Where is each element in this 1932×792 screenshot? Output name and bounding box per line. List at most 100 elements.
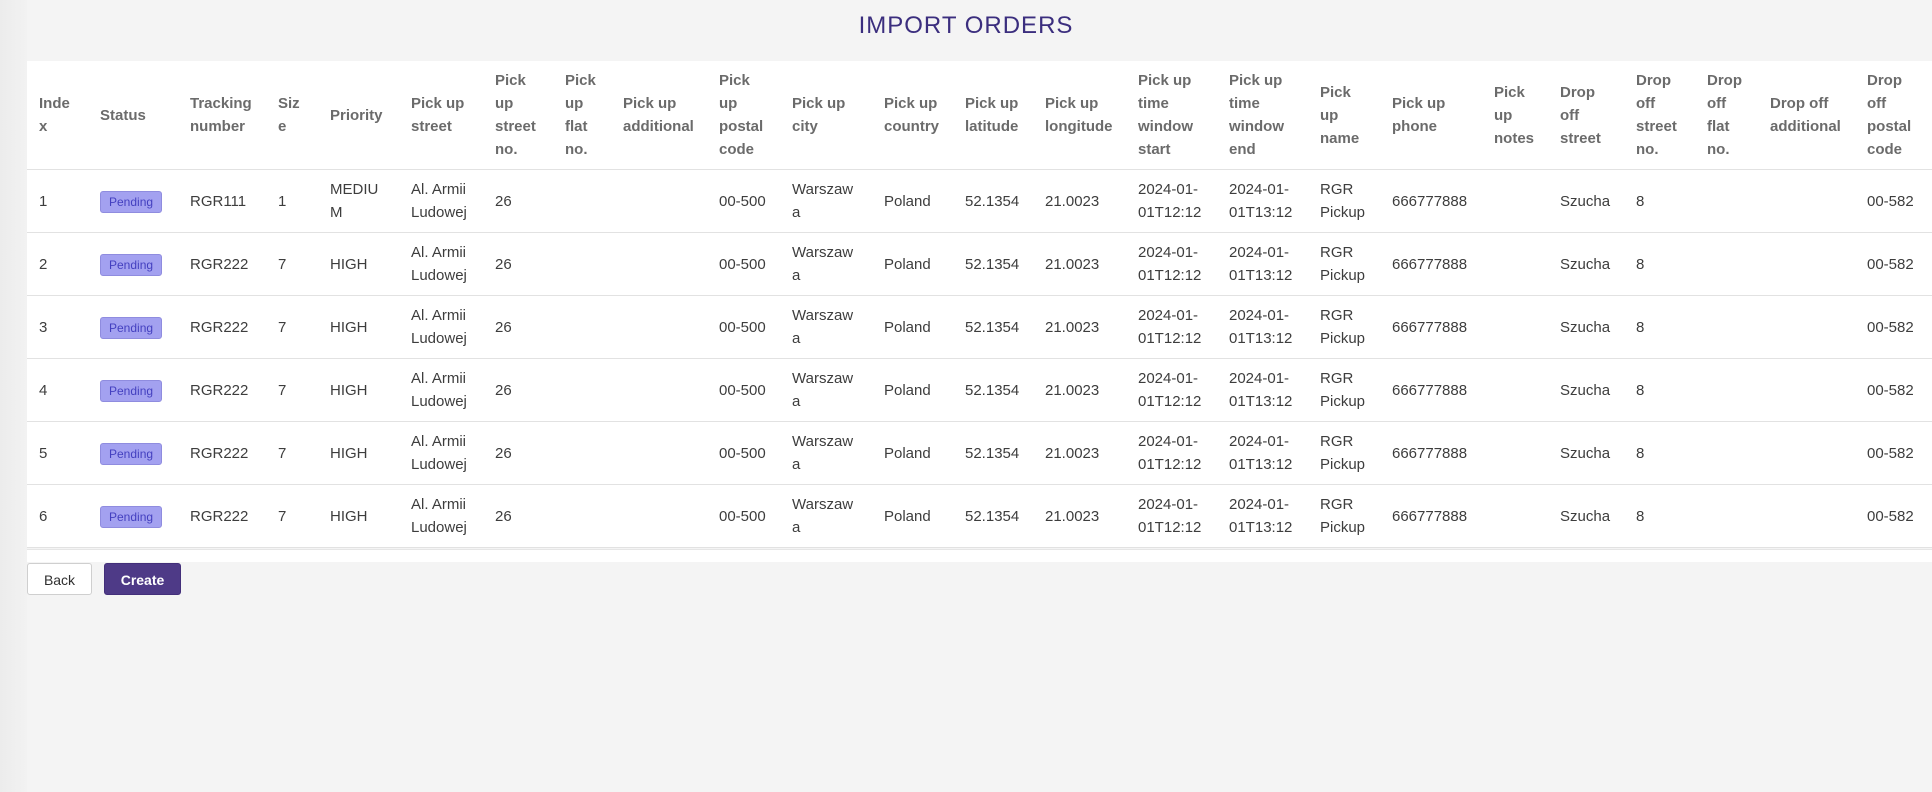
table-row[interactable]: 2 Pending RGR222 7 HIGH Al. Armii Ludowej 26 00… bbox=[27, 232, 1932, 296]
table-row[interactable]: 3 Pending RGR222 7 HIGH Al. Armii Ludowej 26 00… bbox=[27, 295, 1932, 359]
table-cell: Warszawa bbox=[780, 421, 872, 485]
table-cell: 3 bbox=[27, 295, 88, 359]
table-cell: 2024-01-01T13:12 bbox=[1217, 484, 1308, 548]
import-orders-table-container[interactable]: Index Status Tracking number Size Priority Pi… bbox=[27, 61, 1932, 548]
table-cell: 21.0023 bbox=[1033, 358, 1126, 422]
table-cell bbox=[553, 232, 611, 296]
table-cell: Poland bbox=[872, 232, 953, 296]
table-cell: 7 bbox=[266, 484, 318, 548]
table-row[interactable]: 5 Pending RGR222 7 HIGH Al. Armii Ludowej 26 00… bbox=[27, 421, 1932, 485]
column-header: Pick up time window end bbox=[1217, 61, 1308, 170]
column-header: Pick up additional bbox=[611, 61, 707, 170]
column-header: Pick up notes bbox=[1482, 61, 1548, 170]
table-row[interactable]: 4 Pending RGR222 7 HIGH Al. Armii Ludowej 26 00… bbox=[27, 358, 1932, 422]
table-cell: Szucha bbox=[1548, 484, 1624, 548]
table-cell: 2024-01-01T13:12 bbox=[1217, 421, 1308, 485]
table-cell: RGR Pickup bbox=[1308, 358, 1380, 422]
status-badge: Pending bbox=[100, 505, 163, 528]
table-body: 1 Pending RGR111 1 MEDIUM Al. Armii Ludowej 26… bbox=[27, 169, 1932, 548]
status-badge: Pending bbox=[100, 253, 163, 276]
table-cell: 00-582 bbox=[1855, 358, 1932, 422]
table-cell: HIGH bbox=[318, 358, 399, 422]
column-header: Drop off postal code bbox=[1855, 61, 1932, 170]
table-cell: 2 bbox=[27, 232, 88, 296]
table-cell bbox=[1482, 484, 1548, 548]
table-cell: Poland bbox=[872, 295, 953, 359]
table-header-row: Index Status Tracking number Size Priority Pi… bbox=[27, 61, 1932, 170]
table-cell: 5 bbox=[27, 421, 88, 485]
table-cell: 52.1354 bbox=[953, 484, 1033, 548]
column-header: Tracking number bbox=[178, 61, 266, 170]
back-button[interactable]: Back bbox=[27, 563, 92, 595]
table-cell: 1 bbox=[27, 169, 88, 233]
column-header: Size bbox=[266, 61, 318, 170]
table-cell: Szucha bbox=[1548, 358, 1624, 422]
column-header: Status bbox=[88, 61, 178, 170]
table-cell: Al. Armii Ludowej bbox=[399, 232, 483, 296]
table-cell: RGR222 bbox=[178, 295, 266, 359]
table-cell: HIGH bbox=[318, 232, 399, 296]
table-cell: RGR222 bbox=[178, 358, 266, 422]
table-cell: RGR111 bbox=[178, 169, 266, 233]
table-cell bbox=[1482, 421, 1548, 485]
table-cell: 6 bbox=[27, 484, 88, 548]
table-cell bbox=[553, 421, 611, 485]
table-cell: 8 bbox=[1624, 484, 1695, 548]
table-cell bbox=[1482, 358, 1548, 422]
table-cell: 52.1354 bbox=[953, 232, 1033, 296]
column-header: Pick up name bbox=[1308, 61, 1380, 170]
table-cell: HIGH bbox=[318, 295, 399, 359]
table-cell bbox=[1695, 295, 1758, 359]
table-cell: RGR222 bbox=[178, 421, 266, 485]
import-orders-table: Index Status Tracking number Size Priority Pi… bbox=[27, 61, 1932, 548]
table-cell: 4 bbox=[27, 358, 88, 422]
table-cell: MEDIUM bbox=[318, 169, 399, 233]
table-cell: Szucha bbox=[1548, 295, 1624, 359]
table-cell: 666777888 bbox=[1380, 484, 1482, 548]
table-cell: 00-582 bbox=[1855, 421, 1932, 485]
table-row[interactable]: 1 Pending RGR111 1 MEDIUM Al. Armii Ludowej 26… bbox=[27, 169, 1932, 233]
table-cell bbox=[611, 358, 707, 422]
table-cell bbox=[1695, 232, 1758, 296]
table-row[interactable]: 6 Pending RGR222 7 HIGH Al. Armii Ludowej 26 00… bbox=[27, 484, 1932, 548]
table-cell: Szucha bbox=[1548, 169, 1624, 233]
table-cell: 8 bbox=[1624, 295, 1695, 359]
column-header: Drop off street bbox=[1548, 61, 1624, 170]
table-cell: 00-582 bbox=[1855, 232, 1932, 296]
table-cell: RGR222 bbox=[178, 484, 266, 548]
table-cell: 2024-01-01T13:12 bbox=[1217, 169, 1308, 233]
table-cell: 666777888 bbox=[1380, 232, 1482, 296]
column-header: Priority bbox=[318, 61, 399, 170]
table-cell bbox=[1758, 358, 1855, 422]
table-cell: 2024-01-01T13:12 bbox=[1217, 358, 1308, 422]
table-cell: 00-582 bbox=[1855, 169, 1932, 233]
table-cell: Szucha bbox=[1548, 421, 1624, 485]
status-cell: Pending bbox=[88, 484, 178, 548]
status-badge: Pending bbox=[100, 379, 163, 402]
table-cell: 2024-01-01T12:12 bbox=[1126, 232, 1217, 296]
table-footer bbox=[27, 549, 1932, 562]
table-cell bbox=[1482, 169, 1548, 233]
table-cell: 26 bbox=[483, 421, 553, 485]
table-cell: 2024-01-01T13:12 bbox=[1217, 295, 1308, 359]
table-cell: 1 bbox=[266, 169, 318, 233]
table-cell: Poland bbox=[872, 421, 953, 485]
table-cell: 2024-01-01T12:12 bbox=[1126, 358, 1217, 422]
table-cell: 2024-01-01T12:12 bbox=[1126, 169, 1217, 233]
column-header: Pick up street bbox=[399, 61, 483, 170]
status-badge: Pending bbox=[100, 316, 163, 339]
create-button[interactable]: Create bbox=[104, 563, 181, 595]
table-cell bbox=[553, 295, 611, 359]
table-cell: RGR Pickup bbox=[1308, 295, 1380, 359]
table-cell: 00-500 bbox=[707, 232, 780, 296]
table-cell: 00-582 bbox=[1855, 295, 1932, 359]
table-cell: Poland bbox=[872, 484, 953, 548]
table-cell: 52.1354 bbox=[953, 295, 1033, 359]
table-cell bbox=[611, 169, 707, 233]
table-cell: 26 bbox=[483, 232, 553, 296]
column-header: Drop off street no. bbox=[1624, 61, 1695, 170]
table-cell: 00-500 bbox=[707, 295, 780, 359]
table-cell: 00-500 bbox=[707, 421, 780, 485]
table-cell bbox=[1482, 232, 1548, 296]
column-header: Pick up latitude bbox=[953, 61, 1033, 170]
